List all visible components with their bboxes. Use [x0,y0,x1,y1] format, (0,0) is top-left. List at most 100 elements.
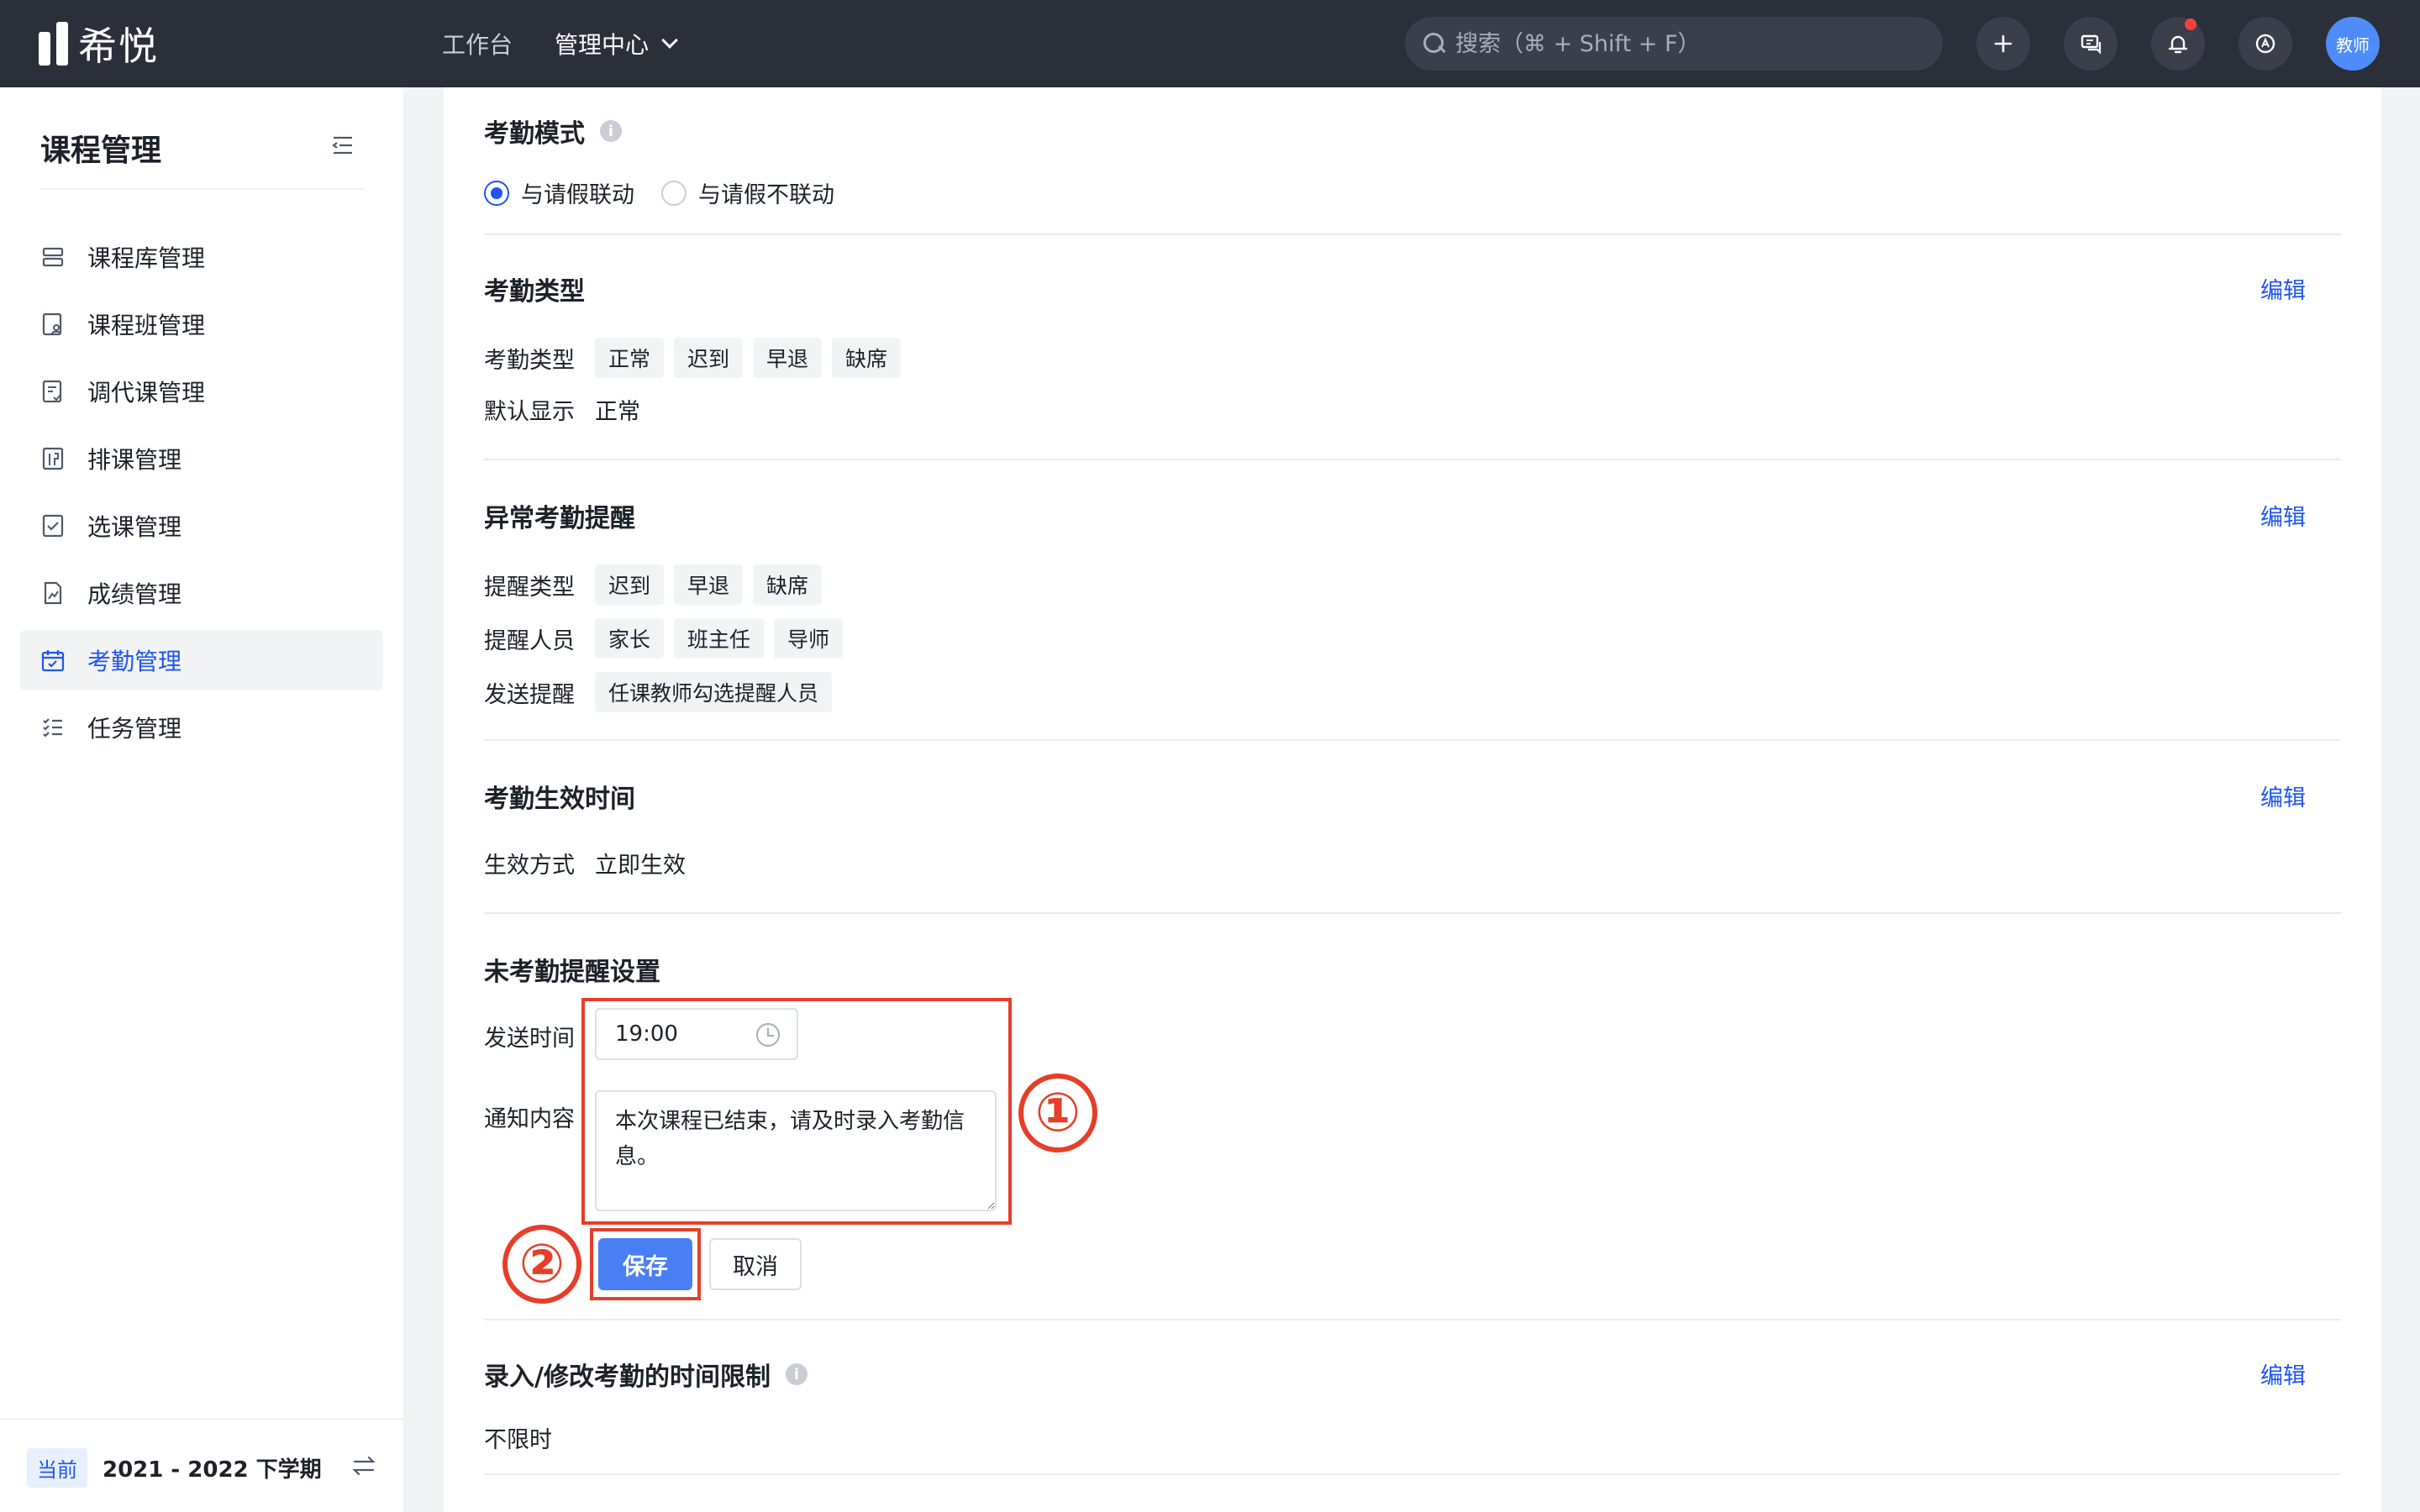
notification-badge [2185,18,2196,30]
save-button[interactable]: 保存 [598,1238,692,1290]
section-divider [484,1319,2341,1320]
info-icon[interactable]: i [600,120,622,142]
section-divider [484,234,2341,235]
app-store-icon [2255,34,2275,54]
sidebar-menu: 课程库管理 课程班管理 调代课管理 排课管理 选课管理 成绩管理 考勤管理 任务… [20,227,383,764]
tag-normal: 正常 [595,338,665,378]
switch-term-icon[interactable] [351,1453,376,1478]
substitute-icon [42,380,62,403]
notice-content-row: 通知内容 [484,1100,585,1133]
row-label: 生效方式 [484,853,575,879]
nav-workbench[interactable]: 工作台 [442,27,513,60]
sidebar-item-tasks[interactable]: 任务管理 [20,697,383,758]
edit-abnormal-reminder-link[interactable]: 编辑 [2260,499,2306,532]
sidebar-item-substitute[interactable]: 调代课管理 [20,361,383,422]
row-label: 默认显示 [484,399,575,425]
row-label: 通知内容 [484,1106,575,1132]
section-abnormal-reminder-title: 异常考勤提醒 [484,497,635,534]
section-title-text: 未考勤提醒设置 [484,958,660,987]
remind-people-row: 提醒人员 家长 班主任 导师 [484,618,844,659]
sidebar-item-course-selection[interactable]: 选课管理 [20,496,383,556]
default-display-row: 默认显示 正常 [484,393,640,426]
sidebar-item-label: 课程班管理 [87,312,206,339]
radio-unchecked-icon [661,180,687,206]
term-label: 2021 - 2022 下学期 [103,1457,322,1483]
radio-label: 与请假不联动 [698,182,834,208]
sidebar-item-label: 排课管理 [87,446,182,474]
search-input[interactable] [1455,30,1926,57]
edit-time-limit-link[interactable]: 编辑 [2260,1357,2306,1390]
row-value: 立即生效 [595,853,686,879]
row-label: 考勤类型 [484,347,575,374]
sidebar-item-scheduling[interactable]: 排课管理 [20,428,383,489]
section-attendance-mode-title: 考勤模式 i [484,113,622,150]
radio-checked-icon [484,180,509,206]
sidebar-divider [40,188,365,190]
tag-late: 迟到 [674,338,744,378]
cancel-button[interactable]: 取消 [709,1238,802,1290]
info-icon[interactable]: i [785,1363,808,1385]
top-nav: 工作台 管理中心 [442,0,678,87]
section-title-text: 考勤生效时间 [484,785,635,814]
tag-late: 迟到 [595,564,665,605]
section-title-text: 考勤类型 [484,277,585,307]
collapse-sidebar-icon[interactable] [331,134,355,156]
score-icon [44,581,62,605]
section-time-limit-title: 录入/修改考勤的时间限制 i [484,1356,808,1393]
tag-parent: 家长 [595,618,665,659]
section-divider [484,739,2341,741]
schedule-icon [42,447,64,470]
tag-absent: 缺席 [832,338,902,378]
database-icon [42,247,64,267]
nav-admin-center[interactable]: 管理中心 [555,27,678,60]
calendar-icon [41,650,65,672]
sidebar: 课程管理 课程库管理 课程班管理 调代课管理 排课管理 选课管理 成绩管理 考勤… [0,87,403,1512]
logo-mark-icon [39,22,68,66]
send-time-row: 发送时间 [484,1020,585,1053]
app-logo[interactable]: 希悦 [39,20,159,69]
search-icon [1423,33,1445,55]
sidebar-item-scores[interactable]: 成绩管理 [20,563,383,623]
row-value: 不限时 [484,1427,552,1453]
attendance-type-row: 考勤类型 正常 迟到 早退 缺席 [484,338,902,378]
section-title-text: 录入/修改考勤的时间限制 [484,1362,771,1392]
task-list-icon [43,718,62,738]
radio-unlinked-leave[interactable]: 与请假不联动 [661,176,834,209]
global-search[interactable] [1405,17,1943,71]
app-switch-button[interactable] [2238,17,2292,71]
step-2-marker: ② [502,1225,581,1304]
remind-type-row: 提醒类型 迟到 早退 缺席 [484,564,823,605]
section-effective-time-title: 考勤生效时间 [484,778,635,815]
attendance-mode-radio-group: 与请假联动 与请假不联动 [484,176,834,209]
edit-attendance-type-link[interactable]: 编辑 [2260,272,2306,305]
messages-button[interactable] [2064,17,2118,71]
current-term-tag: 当前 [27,1448,87,1488]
section-divider [484,1473,2341,1475]
section-no-attendance-reminder-title: 未考勤提醒设置 [484,951,660,988]
row-value: 正常 [595,399,640,425]
sidebar-item-course-class[interactable]: 课程班管理 [20,294,383,354]
effective-method-row: 生效方式 立即生效 [484,847,686,879]
radio-label: 与请假联动 [521,182,634,208]
radio-linked-leave[interactable]: 与请假联动 [484,176,634,209]
main-content: 考勤模式 i 与请假联动 与请假不联动 考勤类型 编辑 考勤类型 正常 迟到 早… [444,87,2381,1512]
sidebar-item-label: 课程库管理 [87,244,206,272]
chevron-down-icon [661,32,678,49]
sidebar-item-label: 成绩管理 [87,580,182,608]
avatar[interactable]: 教师 [2326,17,2380,71]
sidebar-item-course-library[interactable]: 课程库管理 [20,227,383,287]
section-divider [484,912,2341,914]
tag-tutor: 导师 [774,618,844,659]
section-divider [484,459,2341,460]
tag-head-teacher: 班主任 [674,618,765,659]
add-button[interactable] [1976,17,2030,71]
logo-text: 希悦 [78,24,159,69]
edit-effective-time-link[interactable]: 编辑 [2260,780,2306,812]
sidebar-item-label: 任务管理 [87,715,182,743]
tag-early-leave: 早退 [674,564,744,605]
top-bar: 希悦 工作台 管理中心 教师 [0,0,2420,87]
class-icon [42,312,62,336]
row-label: 提醒人员 [484,627,575,654]
notifications-button[interactable] [2151,17,2205,71]
sidebar-item-attendance[interactable]: 考勤管理 [20,630,383,690]
